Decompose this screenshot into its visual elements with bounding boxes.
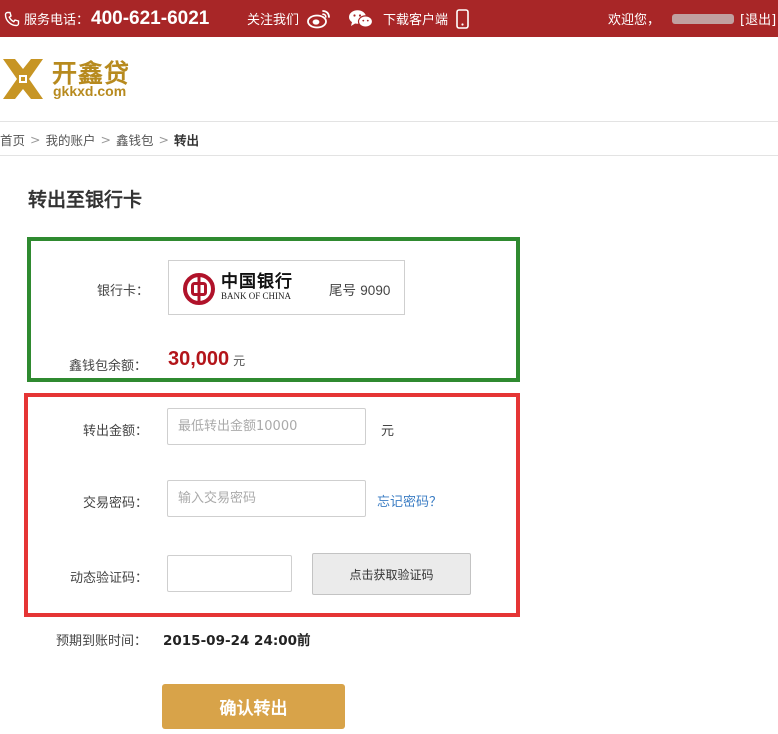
confirm-transfer-button[interactable]: 确认转出 [162, 684, 345, 729]
amount-unit: 元 [381, 424, 395, 439]
follow-us-label: 关注我们 [247, 13, 300, 28]
bank-of-china-logo-icon [183, 273, 215, 305]
user-name[interactable] [672, 13, 735, 24]
balance: 30,000 元 [168, 348, 245, 371]
breadcrumb-separator: > [30, 132, 41, 147]
balance-amount: 30,000 [168, 348, 230, 370]
breadcrumb-wallet[interactable]: 鑫钱包 [116, 130, 154, 149]
bank-card-section: 银行卡： 中国银行 BANK OF CHINA 尾号 9090 鑫钱包余额： 3… [27, 237, 520, 382]
transfer-form: 转出金额： 元 交易密码： 忘记密码？ 动态验证码： 点击获取验证码 [24, 393, 520, 617]
wechat-icon[interactable] [348, 9, 374, 29]
follow-us[interactable]: 关注我们 [247, 0, 331, 37]
breadcrumb-home[interactable]: 首页 [0, 130, 25, 149]
card-tail-label: 尾号 [329, 283, 356, 299]
welcome-text: 欢迎您， [608, 13, 661, 28]
amount-label: 转出金额： [83, 424, 149, 439]
divider [0, 155, 778, 156]
forgot-password-link[interactable]: 忘记密码？ [377, 491, 442, 510]
eta-value: 2015-09-24 24:00前 [163, 633, 311, 649]
card-tail: 尾号 9090 [329, 279, 390, 299]
mobile-icon[interactable] [456, 8, 469, 29]
breadcrumb-current: 转出 [174, 133, 200, 148]
page-title: 转出至银行卡 [28, 189, 143, 211]
password-input[interactable] [167, 480, 366, 517]
bank-card-label: 银行卡： [97, 284, 150, 299]
hotline-number: 400-621-6021 [91, 7, 210, 29]
hotline-label: 服务电话： [24, 13, 90, 28]
bank-name-cn: 中国银行 [221, 272, 293, 292]
user-area: 欢迎您， [退出] [608, 0, 776, 37]
eta-label: 预期到账时间： [56, 634, 148, 649]
bank-name-en: BANK OF CHINA [221, 291, 292, 301]
divider [0, 121, 778, 122]
breadcrumb-separator: > [158, 132, 169, 147]
balance-unit: 元 [233, 354, 246, 368]
get-code-button[interactable]: 点击获取验证码 [312, 553, 471, 595]
breadcrumb-my-account[interactable]: 我的账户 [46, 130, 96, 149]
code-label: 动态验证码： [70, 571, 149, 586]
bank-card[interactable]: 中国银行 BANK OF CHINA 尾号 9090 [168, 260, 405, 315]
logo-domain: gkkxd.com [53, 83, 127, 99]
password-label: 交易密码： [83, 496, 149, 511]
phone-icon [4, 11, 20, 26]
logo-mark-icon [3, 59, 43, 99]
breadcrumb-separator: > [100, 132, 111, 147]
download-client[interactable]: 下载客户端 [340, 0, 469, 37]
logout-link[interactable]: [退出] [740, 9, 776, 28]
download-label: 下载客户端 [383, 13, 449, 28]
breadcrumb: 首页 > 我的账户 > 鑫钱包 > 转出 [0, 130, 199, 149]
site-logo[interactable]: 开鑫贷 gkkxd.com [0, 52, 160, 102]
balance-label: 鑫钱包余额： [69, 359, 148, 374]
verification-code-input[interactable] [167, 555, 292, 592]
card-tail-number: 9090 [360, 283, 391, 298]
hotline: 服务电话： 400-621-6021 [4, 0, 209, 37]
top-bar: 服务电话： 400-621-6021 关注我们 下载客户端 欢迎您， [退出] [0, 0, 778, 37]
weibo-icon[interactable] [307, 9, 331, 29]
amount-input[interactable] [167, 408, 366, 445]
